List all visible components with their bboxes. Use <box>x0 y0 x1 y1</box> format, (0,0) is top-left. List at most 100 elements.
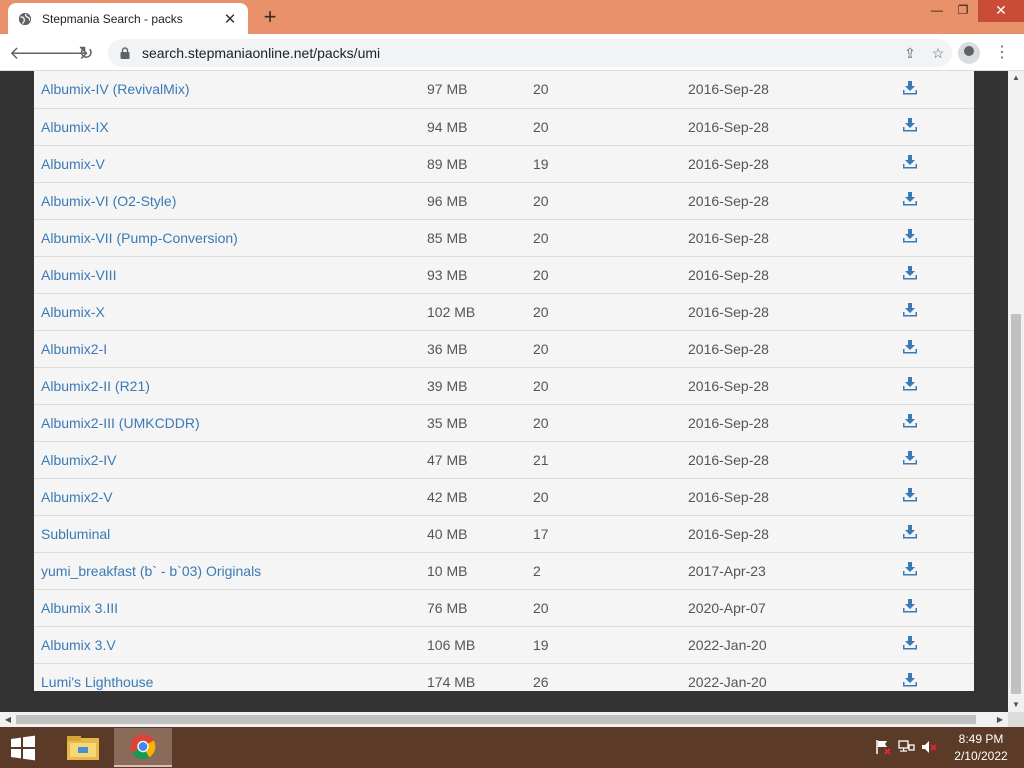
table-row: Albumix2-IV 47 MB 21 2016-Sep-28 <box>34 441 974 478</box>
back-button[interactable]: 🡐 <box>9 41 57 65</box>
pack-name-cell: Albumix-X <box>34 293 420 330</box>
download-icon[interactable] <box>903 229 917 243</box>
browser-tab-active[interactable]: Stepmania Search - packs ✕ <box>8 3 248 34</box>
download-icon[interactable] <box>903 451 917 465</box>
pack-name-link[interactable]: Albumix2-V <box>41 489 113 505</box>
pack-size: 76 MB <box>427 599 468 616</box>
vertical-scroll-thumb[interactable] <box>1011 314 1021 694</box>
pack-name-link[interactable]: Albumix2-III (UMKCDDR) <box>41 415 200 431</box>
download-icon[interactable] <box>903 155 917 169</box>
table-row: Albumix2-V 42 MB 20 2016-Sep-28 <box>34 478 974 515</box>
pack-song-count: 20 <box>533 599 549 616</box>
download-icon[interactable] <box>903 488 917 502</box>
chrome-taskbar-icon[interactable] <box>114 728 172 767</box>
table-row: Albumix 3.V 106 MB 19 2022-Jan-20 <box>34 626 974 663</box>
clock-date: 2/10/2022 <box>954 749 1008 763</box>
pack-name-link[interactable]: Albumix-VIII <box>41 267 116 283</box>
download-cell <box>899 367 974 404</box>
pack-name-cell: Albumix-VI (O2-Style) <box>34 182 420 219</box>
pack-name-link[interactable]: Albumix-VI (O2-Style) <box>41 193 176 209</box>
pack-song-count: 20 <box>533 118 549 135</box>
pack-size: 40 MB <box>427 525 468 542</box>
windows-start-icon[interactable] <box>8 735 38 761</box>
pack-name-link[interactable]: Albumix2-II (R21) <box>41 378 150 394</box>
download-cell <box>899 589 974 626</box>
pack-size: 102 MB <box>427 303 476 320</box>
forward-button[interactable]: 🡒 <box>41 41 89 65</box>
profile-avatar[interactable] <box>958 42 980 64</box>
download-icon[interactable] <box>903 525 917 539</box>
download-icon[interactable] <box>903 377 917 391</box>
pack-size: 35 MB <box>427 414 468 431</box>
table-row: Albumix2-II (R21) 39 MB 20 2016-Sep-28 <box>34 367 974 404</box>
new-tab-button[interactable]: + <box>258 5 282 29</box>
share-icon[interactable]: ⇪ <box>896 45 924 62</box>
pack-song-count: 2 <box>533 562 541 579</box>
download-cell <box>899 515 974 552</box>
download-icon[interactable] <box>903 266 917 280</box>
pack-size: 85 MB <box>427 229 468 246</box>
tab-close-icon[interactable]: ✕ <box>222 10 238 28</box>
download-cell <box>899 219 974 256</box>
pack-name-link[interactable]: Albumix2-I <box>41 341 107 357</box>
pack-name-link[interactable]: yumi_breakfast (b` - b`03) Originals <box>41 563 261 579</box>
window-close-button[interactable]: ✕ <box>978 0 1024 22</box>
download-icon[interactable] <box>903 673 917 687</box>
globe-icon <box>18 12 32 25</box>
scroll-right-arrow[interactable]: ▶ <box>992 712 1008 727</box>
download-icon[interactable] <box>903 340 917 354</box>
pack-date: 2022-Jan-20 <box>688 673 767 690</box>
table-row: Subluminal 40 MB 17 2016-Sep-28 <box>34 515 974 552</box>
pack-size: 47 MB <box>427 451 468 468</box>
scroll-up-arrow[interactable]: ▲ <box>1008 71 1024 85</box>
download-icon[interactable] <box>903 636 917 650</box>
horizontal-scrollbar[interactable]: ◀ ▶ <box>0 712 1008 727</box>
download-cell <box>899 71 974 108</box>
download-icon[interactable] <box>903 599 917 613</box>
vertical-scrollbar[interactable]: ▲ ▼ <box>1008 71 1024 712</box>
table-row: Albumix-IV (RevivalMix) 97 MB 20 2016-Sep-2… <box>34 71 974 108</box>
pack-name-link[interactable]: Albumix-VII (Pump-Conversion) <box>41 230 238 246</box>
download-cell <box>899 108 974 145</box>
download-icon[interactable] <box>903 414 917 428</box>
pack-song-count: 17 <box>533 525 549 542</box>
action-center-flag-icon[interactable] <box>874 739 892 755</box>
pack-name-link[interactable]: Albumix2-IV <box>41 452 116 468</box>
pack-name-cell: Subluminal <box>34 515 420 552</box>
pack-name-link[interactable]: Albumix-IV (RevivalMix) <box>41 81 190 97</box>
restore-button[interactable]: ❐ <box>948 0 978 22</box>
network-icon[interactable] <box>898 739 916 755</box>
address-bar[interactable]: search.stepmaniaonline.net/packs/umi ⇪ ☆ <box>108 39 952 67</box>
pack-name-link[interactable]: Albumix-IX <box>41 119 109 135</box>
download-icon[interactable] <box>903 562 917 576</box>
download-cell <box>899 552 974 589</box>
pack-date: 2016-Sep-28 <box>688 414 769 431</box>
pack-name-link[interactable]: Albumix 3.III <box>41 600 118 616</box>
scroll-down-arrow[interactable]: ▼ <box>1008 698 1024 712</box>
bookmark-star-icon[interactable]: ☆ <box>924 45 952 62</box>
windows-taskbar: 8:49 PM 2/10/2022 <box>0 727 1024 768</box>
pack-name-link[interactable]: Lumi's Lighthouse <box>41 674 153 690</box>
taskbar-clock[interactable]: 8:49 PM 2/10/2022 <box>948 731 1014 765</box>
download-icon[interactable] <box>903 80 917 95</box>
download-cell <box>899 404 974 441</box>
pack-size: 97 MB <box>427 81 468 98</box>
pack-name-link[interactable]: Subluminal <box>41 526 110 542</box>
pack-song-count: 19 <box>533 155 549 172</box>
pack-name-link[interactable]: Albumix 3.V <box>41 637 116 653</box>
scroll-left-arrow[interactable]: ◀ <box>0 712 16 727</box>
pack-name-link[interactable]: Albumix-V <box>41 156 105 172</box>
pack-name-cell: Albumix 3.III <box>34 589 420 626</box>
volume-muted-icon[interactable] <box>921 739 939 755</box>
download-icon[interactable] <box>903 303 917 317</box>
file-explorer-icon[interactable] <box>54 728 112 767</box>
reload-button[interactable]: ↻ <box>74 41 98 65</box>
download-icon[interactable] <box>903 192 917 206</box>
pack-song-count: 19 <box>533 636 549 653</box>
pack-name-link[interactable]: Albumix-X <box>41 304 105 320</box>
download-icon[interactable] <box>903 118 917 132</box>
browser-menu-icon[interactable]: ⋮ <box>994 41 1010 65</box>
horizontal-scroll-thumb[interactable] <box>16 715 976 724</box>
pack-song-count: 20 <box>533 192 549 209</box>
pack-date: 2016-Sep-28 <box>688 303 769 320</box>
